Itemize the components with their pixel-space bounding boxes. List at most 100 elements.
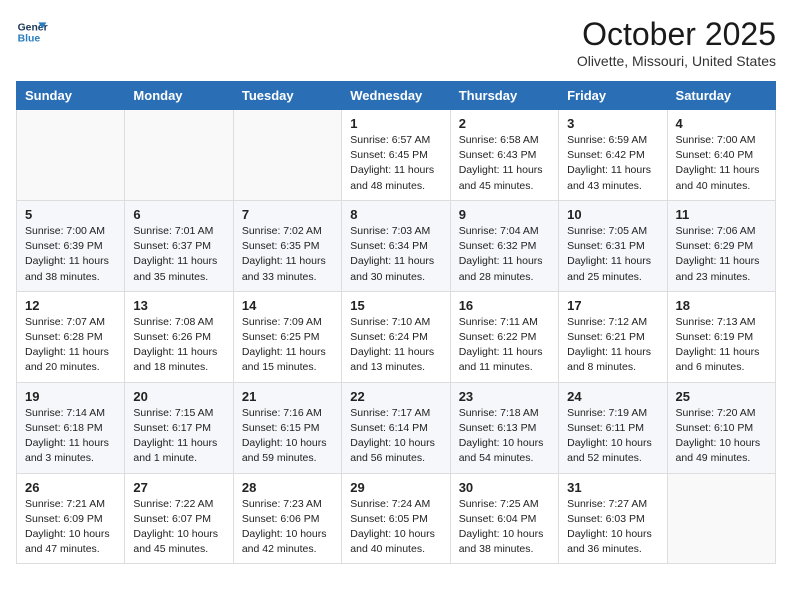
- calendar-cell: [233, 110, 341, 201]
- col-header-sunday: Sunday: [17, 82, 125, 110]
- calendar-cell: 30 Sunrise: 7:25 AM Sunset: 6:04 PM Dayli…: [450, 473, 558, 564]
- calendar-cell: 8 Sunrise: 7:03 AM Sunset: 6:34 PM Daylig…: [342, 200, 450, 291]
- calendar-week-3: 12 Sunrise: 7:07 AM Sunset: 6:28 PM Dayli…: [17, 291, 776, 382]
- calendar-cell: 3 Sunrise: 6:59 AM Sunset: 6:42 PM Daylig…: [559, 110, 667, 201]
- calendar-cell: 22 Sunrise: 7:17 AM Sunset: 6:14 PM Dayli…: [342, 382, 450, 473]
- col-header-tuesday: Tuesday: [233, 82, 341, 110]
- day-number: 13: [133, 298, 224, 313]
- day-info: Sunrise: 7:25 AM Sunset: 6:04 PM Dayligh…: [459, 497, 550, 558]
- day-number: 4: [676, 116, 767, 131]
- day-number: 22: [350, 389, 441, 404]
- col-header-wednesday: Wednesday: [342, 82, 450, 110]
- calendar-header-row: SundayMondayTuesdayWednesdayThursdayFrid…: [17, 82, 776, 110]
- day-number: 6: [133, 207, 224, 222]
- svg-text:Blue: Blue: [18, 34, 41, 45]
- day-info: Sunrise: 7:16 AM Sunset: 6:15 PM Dayligh…: [242, 406, 333, 467]
- day-number: 26: [25, 480, 116, 495]
- day-number: 1: [350, 116, 441, 131]
- col-header-monday: Monday: [125, 82, 233, 110]
- day-number: 19: [25, 389, 116, 404]
- calendar-cell: 5Sunrise: 7:00 AM Sunset: 6:39 PM Daylig…: [17, 200, 125, 291]
- day-number: 27: [133, 480, 224, 495]
- day-info: Sunrise: 7:01 AM Sunset: 6:37 PM Dayligh…: [133, 224, 224, 285]
- calendar-cell: [667, 473, 775, 564]
- calendar-cell: 4 Sunrise: 7:00 AM Sunset: 6:40 PM Daylig…: [667, 110, 775, 201]
- calendar-cell: 1Sunrise: 6:57 AM Sunset: 6:45 PM Daylig…: [342, 110, 450, 201]
- logo: General Blue: [16, 16, 48, 48]
- day-number: 3: [567, 116, 658, 131]
- day-info: Sunrise: 7:20 AM Sunset: 6:10 PM Dayligh…: [676, 406, 767, 467]
- calendar-cell: 15Sunrise: 7:10 AM Sunset: 6:24 PM Dayli…: [342, 291, 450, 382]
- calendar-cell: 23 Sunrise: 7:18 AM Sunset: 6:13 PM Dayli…: [450, 382, 558, 473]
- day-number: 21: [242, 389, 333, 404]
- day-number: 14: [242, 298, 333, 313]
- calendar-cell: 14 Sunrise: 7:09 AM Sunset: 6:25 PM Dayli…: [233, 291, 341, 382]
- day-number: 12: [25, 298, 116, 313]
- day-number: 20: [133, 389, 224, 404]
- calendar-cell: 24 Sunrise: 7:19 AM Sunset: 6:11 PM Dayli…: [559, 382, 667, 473]
- day-info: Sunrise: 7:18 AM Sunset: 6:13 PM Dayligh…: [459, 406, 550, 467]
- col-header-thursday: Thursday: [450, 82, 558, 110]
- calendar-cell: 6 Sunrise: 7:01 AM Sunset: 6:37 PM Daylig…: [125, 200, 233, 291]
- col-header-saturday: Saturday: [667, 82, 775, 110]
- day-number: 5: [25, 207, 116, 222]
- calendar-week-4: 19Sunrise: 7:14 AM Sunset: 6:18 PM Dayli…: [17, 382, 776, 473]
- day-info: Sunrise: 7:00 AM Sunset: 6:40 PM Dayligh…: [676, 133, 767, 194]
- calendar-cell: [17, 110, 125, 201]
- day-info: Sunrise: 7:27 AM Sunset: 6:03 PM Dayligh…: [567, 497, 658, 558]
- calendar-cell: 19Sunrise: 7:14 AM Sunset: 6:18 PM Dayli…: [17, 382, 125, 473]
- day-info: Sunrise: 7:17 AM Sunset: 6:14 PM Dayligh…: [350, 406, 441, 467]
- day-number: 17: [567, 298, 658, 313]
- calendar-cell: 26 Sunrise: 7:21 AM Sunset: 6:09 PM Dayli…: [17, 473, 125, 564]
- day-number: 2: [459, 116, 550, 131]
- day-number: 25: [676, 389, 767, 404]
- day-number: 7: [242, 207, 333, 222]
- calendar-cell: 21 Sunrise: 7:16 AM Sunset: 6:15 PM Dayli…: [233, 382, 341, 473]
- calendar-cell: 16 Sunrise: 7:11 AM Sunset: 6:22 PM Dayli…: [450, 291, 558, 382]
- calendar-cell: 25 Sunrise: 7:20 AM Sunset: 6:10 PM Dayli…: [667, 382, 775, 473]
- day-info: Sunrise: 6:59 AM Sunset: 6:42 PM Dayligh…: [567, 133, 658, 194]
- title-block: October 2025 Olivette, Missouri, United …: [577, 16, 776, 69]
- day-info: Sunrise: 7:10 AM Sunset: 6:24 PM Dayligh…: [350, 315, 441, 376]
- day-info: Sunrise: 7:07 AM Sunset: 6:28 PM Dayligh…: [25, 315, 116, 376]
- calendar-week-5: 26 Sunrise: 7:21 AM Sunset: 6:09 PM Dayli…: [17, 473, 776, 564]
- calendar-cell: 7Sunrise: 7:02 AM Sunset: 6:35 PM Daylig…: [233, 200, 341, 291]
- day-info: Sunrise: 7:21 AM Sunset: 6:09 PM Dayligh…: [25, 497, 116, 558]
- calendar-cell: 11Sunrise: 7:06 AM Sunset: 6:29 PM Dayli…: [667, 200, 775, 291]
- day-number: 10: [567, 207, 658, 222]
- col-header-friday: Friday: [559, 82, 667, 110]
- day-number: 30: [459, 480, 550, 495]
- calendar-cell: 28 Sunrise: 7:23 AM Sunset: 6:06 PM Dayli…: [233, 473, 341, 564]
- day-info: Sunrise: 7:24 AM Sunset: 6:05 PM Dayligh…: [350, 497, 441, 558]
- calendar-table: SundayMondayTuesdayWednesdayThursdayFrid…: [16, 81, 776, 564]
- calendar-cell: 31Sunrise: 7:27 AM Sunset: 6:03 PM Dayli…: [559, 473, 667, 564]
- day-number: 16: [459, 298, 550, 313]
- calendar-cell: 17Sunrise: 7:12 AM Sunset: 6:21 PM Dayli…: [559, 291, 667, 382]
- day-number: 18: [676, 298, 767, 313]
- day-number: 9: [459, 207, 550, 222]
- day-info: Sunrise: 7:11 AM Sunset: 6:22 PM Dayligh…: [459, 315, 550, 376]
- day-info: Sunrise: 7:09 AM Sunset: 6:25 PM Dayligh…: [242, 315, 333, 376]
- day-info: Sunrise: 7:03 AM Sunset: 6:34 PM Dayligh…: [350, 224, 441, 285]
- calendar-cell: 29 Sunrise: 7:24 AM Sunset: 6:05 PM Dayli…: [342, 473, 450, 564]
- day-info: Sunrise: 7:13 AM Sunset: 6:19 PM Dayligh…: [676, 315, 767, 376]
- day-number: 24: [567, 389, 658, 404]
- day-info: Sunrise: 7:15 AM Sunset: 6:17 PM Dayligh…: [133, 406, 224, 467]
- day-number: 8: [350, 207, 441, 222]
- day-number: 28: [242, 480, 333, 495]
- day-info: Sunrise: 7:19 AM Sunset: 6:11 PM Dayligh…: [567, 406, 658, 467]
- day-info: Sunrise: 7:05 AM Sunset: 6:31 PM Dayligh…: [567, 224, 658, 285]
- calendar-cell: 9Sunrise: 7:04 AM Sunset: 6:32 PM Daylig…: [450, 200, 558, 291]
- calendar-cell: 2Sunrise: 6:58 AM Sunset: 6:43 PM Daylig…: [450, 110, 558, 201]
- day-info: Sunrise: 7:08 AM Sunset: 6:26 PM Dayligh…: [133, 315, 224, 376]
- calendar-cell: 13 Sunrise: 7:08 AM Sunset: 6:26 PM Dayli…: [125, 291, 233, 382]
- page-header: General Blue October 2025 Olivette, Miss…: [16, 16, 776, 69]
- day-number: 29: [350, 480, 441, 495]
- logo-icon: General Blue: [16, 16, 48, 48]
- calendar-week-1: 1Sunrise: 6:57 AM Sunset: 6:45 PM Daylig…: [17, 110, 776, 201]
- day-number: 23: [459, 389, 550, 404]
- calendar-cell: 12 Sunrise: 7:07 AM Sunset: 6:28 PM Dayli…: [17, 291, 125, 382]
- day-info: Sunrise: 7:23 AM Sunset: 6:06 PM Dayligh…: [242, 497, 333, 558]
- day-info: Sunrise: 7:22 AM Sunset: 6:07 PM Dayligh…: [133, 497, 224, 558]
- month-title: October 2025: [577, 16, 776, 53]
